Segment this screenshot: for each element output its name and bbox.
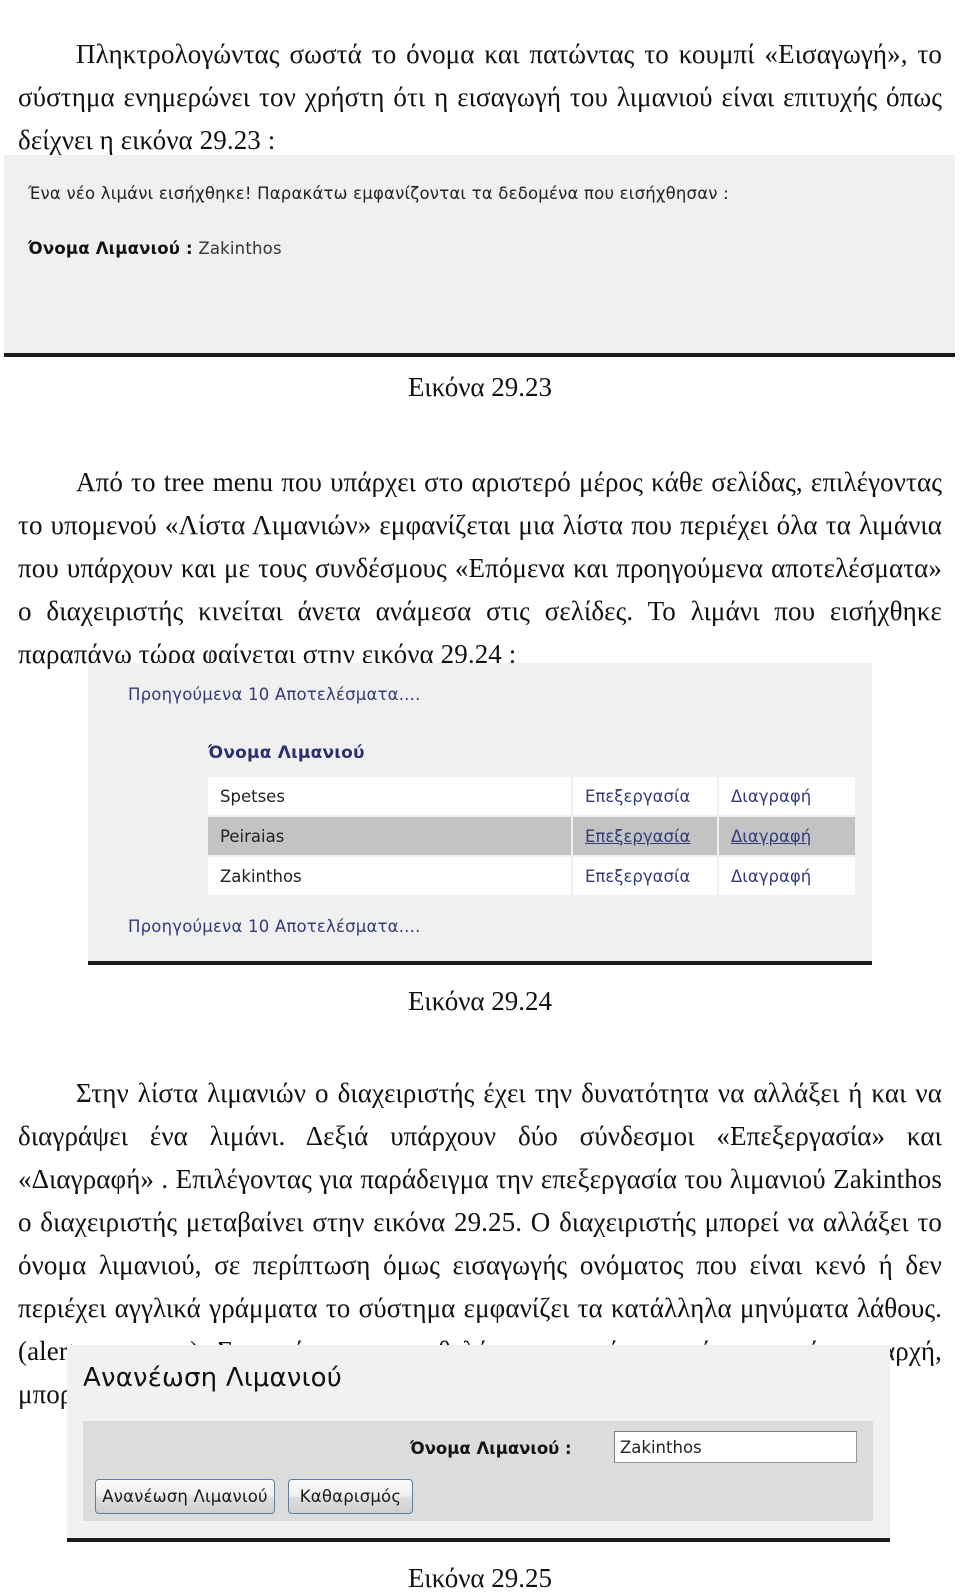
inserted-port-label: Όνομα Λιμανιού : [28, 239, 193, 258]
delete-link[interactable]: Διαγραφή [731, 787, 811, 806]
ports-table: Spetses Επεξεργασία Διαγραφή Peiraias Επ… [206, 775, 857, 897]
screenshot-update-form-bottom-rule [67, 1538, 890, 1542]
edit-link[interactable]: Επεξεργασία [585, 787, 690, 806]
edit-cell[interactable]: Επεξεργασία [573, 857, 717, 895]
screenshot-insert-confirmation-bottom-rule [4, 353, 955, 357]
screenshot-port-list: Προηγούμενα 10 Αποτελέσματα.... Όνομα Λι… [88, 663, 872, 961]
figure-caption-29-23: Εικόνα 29.23 [407, 372, 553, 402]
edit-cell[interactable]: Επεξεργασία [573, 817, 717, 855]
previous-results-link-bottom[interactable]: Προηγούμενα 10 Αποτελέσματα.... [128, 917, 421, 936]
table-row[interactable]: Peiraias Επεξεργασία Διαγραφή [208, 817, 855, 855]
inserted-port-value: Zakinthos [198, 239, 282, 258]
insert-success-message: Ένα νέο λιμάνι εισήχθηκε! Παρακάτω εμφαν… [28, 184, 729, 203]
paragraph-tree-menu: Από το tree menu που υπάρχει στο αριστερ… [18, 461, 942, 676]
update-form-panel: Όνομα Λιμανιού : Ανανέωση Λιμανιού Καθαρ… [83, 1421, 873, 1521]
delete-cell[interactable]: Διαγραφή [719, 777, 855, 815]
paragraph-intro: Πληκτρολογώντας σωστά το όνομα και πατών… [18, 33, 942, 162]
ports-table-body: Spetses Επεξεργασία Διαγραφή Peiraias Επ… [208, 777, 855, 895]
edit-link[interactable]: Επεξεργασία [585, 827, 690, 846]
edit-link[interactable]: Επεξεργασία [585, 867, 690, 886]
screenshot-update-port-form: Ανανέωση Λιμανιού Όνομα Λιμανιού : Ανανέ… [67, 1345, 890, 1540]
figure-caption-29-24: Εικόνα 29.24 [407, 986, 553, 1016]
port-name-field-label: Όνομα Λιμανιού : [410, 1439, 572, 1458]
table-row[interactable]: Zakinthos Επεξεργασία Διαγραφή [208, 857, 855, 895]
port-name-cell: Zakinthos [208, 857, 571, 895]
previous-results-link-top[interactable]: Προηγούμενα 10 Αποτελέσματα.... [128, 685, 421, 704]
update-form-title: Ανανέωση Λιμανιού [83, 1363, 342, 1393]
port-name-input[interactable] [614, 1431, 857, 1463]
delete-cell[interactable]: Διαγραφή [719, 817, 855, 855]
port-name-column-heading: Όνομα Λιμανιού [208, 743, 365, 763]
inserted-port-row: Όνομα Λιμανιού : Zakinthos [28, 239, 282, 258]
paragraph-tree-menu-text: Από το tree menu που υπάρχει στο αριστερ… [18, 467, 942, 669]
port-name-cell: Spetses [208, 777, 571, 815]
screenshot-port-list-bottom-rule [88, 961, 872, 965]
delete-link[interactable]: Διαγραφή [731, 827, 811, 846]
paragraph-intro-text: Πληκτρολογώντας σωστά το όνομα και πατών… [18, 39, 942, 155]
delete-cell[interactable]: Διαγραφή [719, 857, 855, 895]
screenshot-insert-confirmation: Ένα νέο λιμάνι εισήχθηκε! Παρακάτω εμφαν… [4, 155, 955, 355]
table-row[interactable]: Spetses Επεξεργασία Διαγραφή [208, 777, 855, 815]
document-page: Πληκτρολογώντας σωστά το όνομα και πατών… [0, 0, 960, 1593]
clear-form-button[interactable]: Καθαρισμός [288, 1479, 413, 1514]
update-port-button[interactable]: Ανανέωση Λιμανιού [95, 1479, 275, 1514]
port-name-field-row: Όνομα Λιμανιού : [83, 1429, 873, 1471]
figure-caption-29-25: Εικόνα 29.25 [407, 1563, 553, 1593]
delete-link[interactable]: Διαγραφή [731, 867, 811, 886]
edit-cell[interactable]: Επεξεργασία [573, 777, 717, 815]
port-name-cell: Peiraias [208, 817, 571, 855]
